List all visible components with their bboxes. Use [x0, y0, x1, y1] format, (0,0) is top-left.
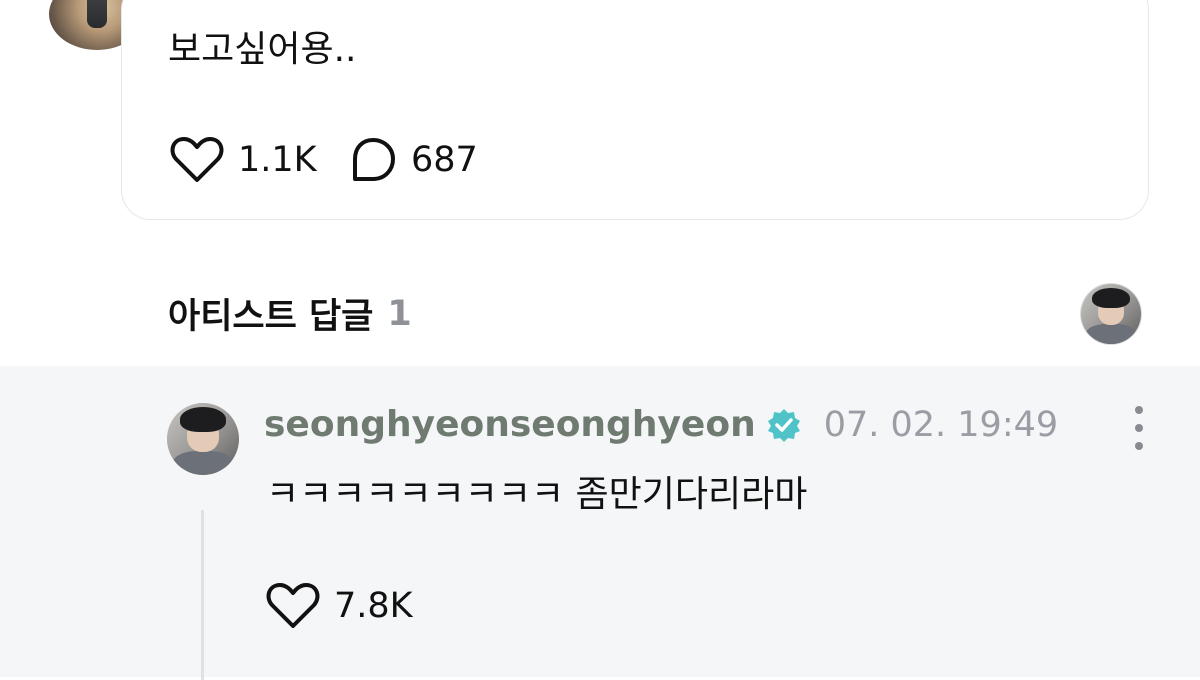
heart-icon — [170, 137, 224, 182]
artist-avatar-small[interactable] — [1080, 283, 1142, 345]
reply-header: seonghyeonseonghyeon 07. 02. 19:49 — [264, 404, 1058, 445]
post-comment-button[interactable]: 687 — [349, 136, 478, 184]
artist-replies-title: 아티스트 답글 — [168, 297, 374, 337]
reply-text: ㅋㅋㅋㅋㅋㅋㅋㅋㅋ 좀만기다리라마 — [266, 474, 808, 515]
artist-avatar[interactable] — [167, 403, 239, 475]
reply-timestamp: 07. 02. 19:49 — [823, 404, 1059, 445]
reply-like-button[interactable]: 7.8K — [266, 582, 413, 630]
post-like-button[interactable]: 1.1K — [170, 136, 317, 184]
artist-replies-count: 1 — [387, 293, 412, 334]
comment-bubble-icon — [353, 138, 395, 181]
post-comment-count: 687 — [411, 140, 478, 180]
post-text: 보고싶어용.. — [168, 29, 357, 70]
heart-icon — [266, 583, 320, 628]
artist-replies-heading: 아티스트 답글 1 — [168, 288, 412, 339]
artist-username[interactable]: seonghyeonseonghyeon — [264, 404, 756, 445]
verified-badge-icon — [767, 408, 800, 442]
reply-like-count: 7.8K — [334, 586, 413, 626]
artist-reply: seonghyeonseonghyeon 07. 02. 19:49 ㅋㅋㅋㅋㅋ… — [0, 366, 1200, 680]
more-options-icon[interactable] — [1124, 406, 1154, 450]
post-like-count: 1.1K — [238, 140, 317, 180]
thread-line — [201, 510, 204, 680]
